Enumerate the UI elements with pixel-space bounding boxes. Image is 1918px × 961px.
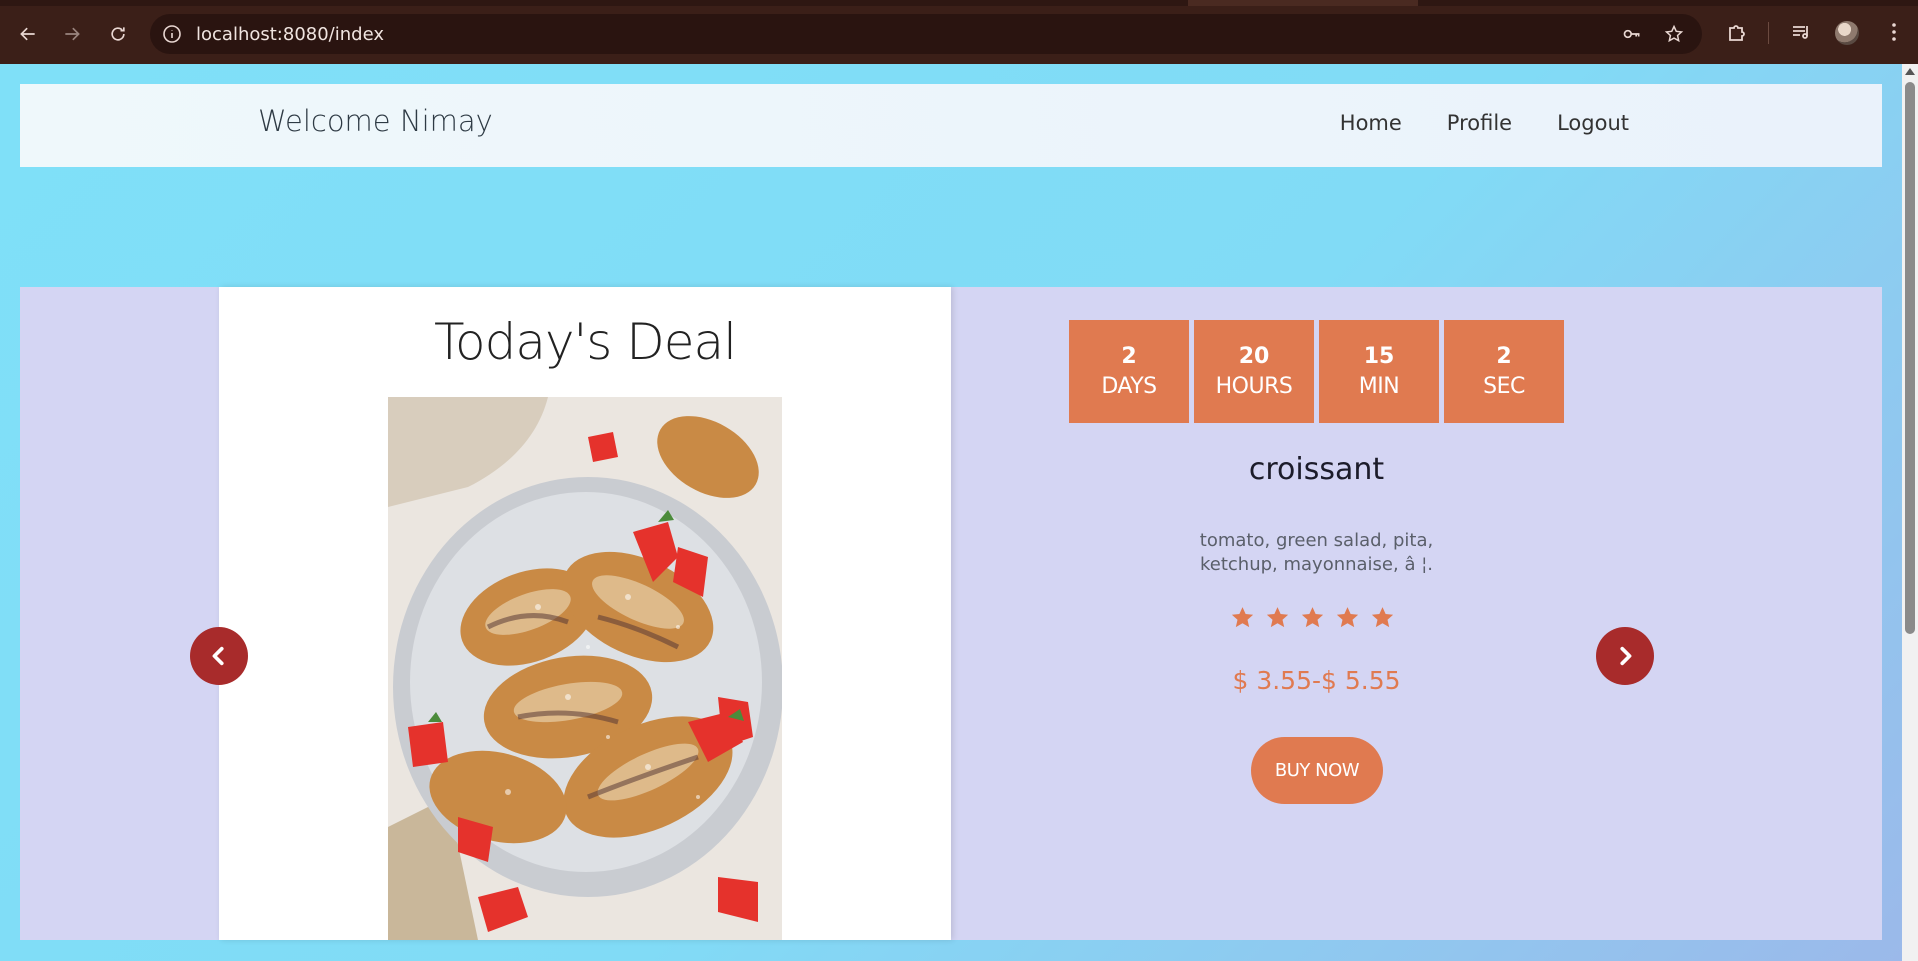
scrollbar-thumb[interactable] [1905,82,1915,634]
countdown-sec: 2 SEC [1444,320,1564,423]
back-icon[interactable] [12,18,44,50]
toolbar-separator [1768,22,1769,44]
nav-logout-link[interactable]: Logout [1557,111,1629,135]
scroll-up-icon[interactable] [1905,68,1915,75]
countdown-days-unit: DAYS [1101,373,1157,399]
rating-stars [1230,605,1395,630]
star-icon [1231,607,1254,628]
menu-dots-icon[interactable] [1882,20,1906,44]
countdown-min: 15 MIN [1319,320,1439,423]
url-text[interactable]: localhost:8080/index [196,24,384,45]
countdown-sec-value: 2 [1496,343,1512,369]
countdown-days-value: 2 [1121,343,1137,369]
countdown-hours-value: 20 [1238,343,1270,369]
nav-profile-link[interactable]: Profile [1447,111,1512,135]
chevron-left-icon [212,646,224,666]
star-icon [1266,607,1289,628]
star-icon [1371,607,1394,628]
page-scrollbar[interactable] [1902,64,1918,961]
password-key-icon[interactable] [1622,24,1642,44]
product-description-line: ketchup, mayonnaise, â ¦. [1199,554,1433,575]
star-icon [1336,607,1359,628]
top-navbar: Welcome Nimay Home Profile Logout [20,84,1882,167]
product-image [388,397,782,940]
countdown-days: 2 DAYS [1069,320,1189,423]
product-description-line: tomato, green salad, pita, [1199,530,1434,551]
product-description: tomato, green salad, pita, ketchup, mayo… [1169,529,1464,577]
welcome-text: Welcome Nimay [258,104,493,138]
countdown-min-value: 15 [1363,343,1395,369]
tab[interactable] [1188,0,1418,6]
countdown-min-unit: MIN [1358,373,1400,399]
buy-now-button[interactable]: BUY NOW [1251,737,1383,804]
product-name: croissant [1248,452,1385,487]
site-info-icon[interactable] [162,24,182,44]
media-control-icon[interactable] [1790,20,1814,44]
deal-card: Today's Deal [219,287,951,940]
deal-title: Today's Deal [433,313,737,371]
forward-icon[interactable] [56,18,88,50]
page-viewport: Welcome Nimay Home Profile Logout Today'… [0,64,1902,961]
bookmark-star-icon[interactable] [1664,24,1684,44]
countdown-sec-unit: SEC [1483,373,1525,399]
browser-toolbar: localhost:8080/index [0,0,1918,64]
profile-avatar[interactable] [1835,21,1859,45]
reload-icon[interactable] [102,18,134,50]
chevron-right-icon [1620,646,1632,666]
countdown-hours-unit: HOURS [1215,373,1293,399]
address-bar[interactable]: localhost:8080/index [150,14,1702,54]
next-arrow-button[interactable] [1596,627,1654,685]
star-icon [1301,607,1324,628]
price-range: $ 3.55-$ 5.55 [1232,666,1401,695]
nav-links: Home Profile Logout [1340,111,1629,135]
deal-section: Today's Deal 2 DAYS 20 HOURS 15 MIN 2 SE… [20,287,1882,940]
prev-arrow-button[interactable] [190,627,248,685]
extensions-icon[interactable] [1726,20,1750,44]
tab-strip [0,0,1918,6]
countdown-hours: 20 HOURS [1194,320,1314,423]
nav-home-link[interactable]: Home [1340,111,1402,135]
countdown-timer: 2 DAYS 20 HOURS 15 MIN 2 SEC [1069,320,1564,423]
